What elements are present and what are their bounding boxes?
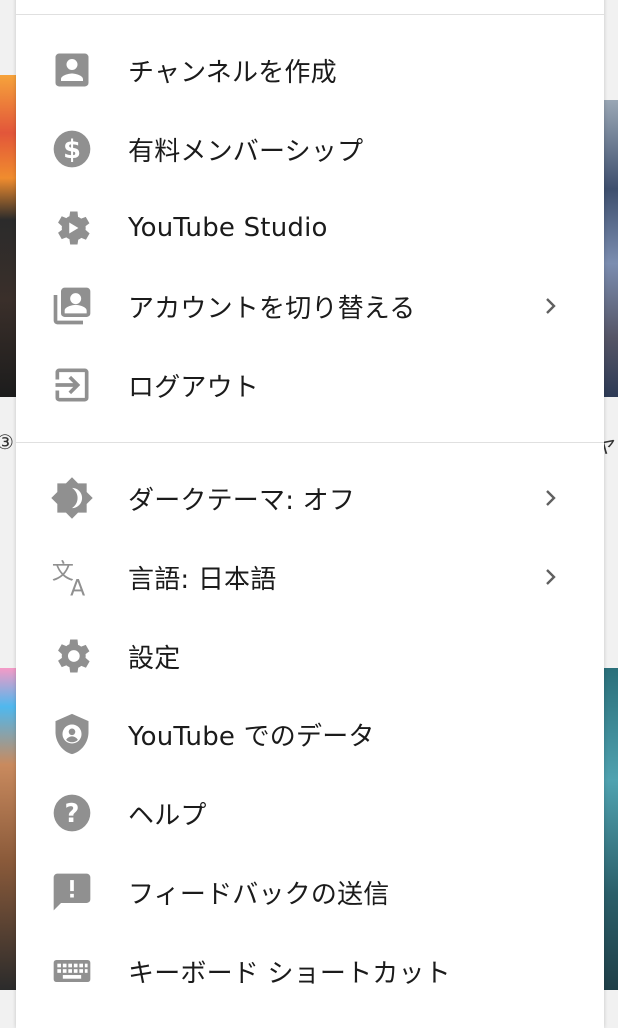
menu-divider — [16, 442, 604, 443]
menu-item-label: ヘルプ — [128, 800, 207, 831]
svg-text:$: $ — [63, 135, 81, 165]
menu-item-send-feedback[interactable]: フィードバックの送信 — [16, 860, 604, 924]
menu-item-logout[interactable]: ログアウト — [16, 353, 604, 417]
menu-item-label: フィードバックの送信 — [128, 879, 390, 910]
settings-icon — [50, 634, 94, 678]
background-text-fragment: ③ — [0, 430, 14, 454]
menu-item-label: YouTube Studio — [128, 213, 328, 243]
chevron-right-icon — [546, 490, 556, 506]
menu-item-label: 有料メンバーシップ — [128, 136, 364, 167]
menu-item-language[interactable]: 文A 言語: 日本語 — [16, 545, 604, 609]
background-thumbnail — [604, 100, 618, 397]
translate-icon: 文A — [50, 555, 94, 599]
menu-item-label: チャンネルを作成 — [128, 57, 337, 88]
feedback-icon — [50, 870, 94, 914]
menu-item-your-data[interactable]: YouTube でのデータ — [16, 702, 604, 766]
chevron-right-icon — [546, 569, 556, 585]
account-menu: チャンネルを作成 $ 有料メンバーシップ YouTube Studio アカウン… — [16, 0, 604, 1028]
menu-item-label: 言語: 日本語 — [128, 564, 277, 595]
menu-item-label: ダークテーマ: オフ — [128, 485, 356, 516]
keyboard-icon — [50, 949, 94, 993]
dollar-icon: $ — [50, 127, 94, 171]
menu-item-label: YouTube でのデータ — [128, 721, 375, 752]
logout-icon — [50, 363, 94, 407]
background-thumbnail — [604, 668, 618, 990]
account-box-icon — [50, 48, 94, 92]
menu-item-keyboard-shortcuts[interactable]: キーボード ショートカット — [16, 939, 604, 1003]
menu-item-label: キーボード ショートカット — [128, 958, 451, 989]
shield-user-icon — [50, 712, 94, 756]
svg-text:?: ? — [65, 799, 80, 829]
menu-item-create-channel[interactable]: チャンネルを作成 — [16, 38, 604, 102]
switch-account-icon — [50, 284, 94, 328]
help-icon: ? — [50, 791, 94, 835]
dark-theme-icon — [50, 476, 94, 520]
menu-divider — [16, 14, 604, 15]
menu-item-label: 設定 — [128, 643, 181, 674]
menu-item-youtube-studio[interactable]: YouTube Studio — [16, 196, 604, 260]
menu-item-paid-memberships[interactable]: $ 有料メンバーシップ — [16, 117, 604, 181]
svg-text:A: A — [70, 576, 85, 599]
menu-item-switch-account[interactable]: アカウントを切り替える — [16, 274, 604, 338]
menu-item-dark-theme[interactable]: ダークテーマ: オフ — [16, 466, 604, 530]
menu-item-settings[interactable]: 設定 — [16, 624, 604, 688]
chevron-right-icon — [546, 298, 556, 314]
menu-item-label: ログアウト — [128, 372, 260, 403]
menu-item-help[interactable]: ? ヘルプ — [16, 781, 604, 845]
menu-item-label: アカウントを切り替える — [128, 293, 416, 324]
studio-gear-icon — [50, 206, 94, 250]
